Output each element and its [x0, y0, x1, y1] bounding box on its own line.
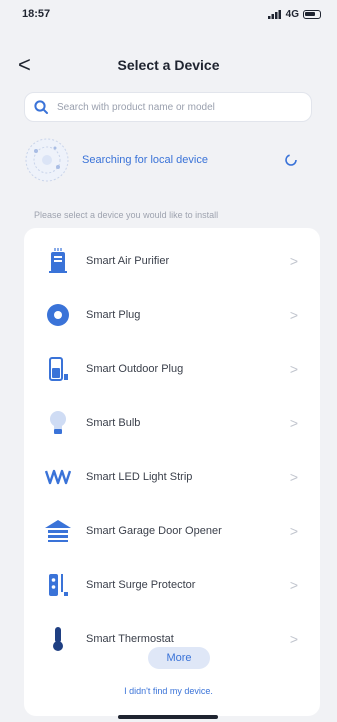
status-indicators: 4G [267, 8, 321, 20]
network-type: 4G [285, 8, 299, 20]
device-item-garage-door[interactable]: Smart Garage Door Opener > [24, 506, 320, 556]
outdoor-plug-icon [49, 357, 68, 381]
device-item-led-strip[interactable]: Smart LED Light Strip > [24, 452, 320, 502]
radar-icon [25, 138, 69, 182]
select-device-hint: Please select a device you would like to… [34, 210, 219, 220]
loading-spinner-icon [285, 154, 297, 166]
search-icon [34, 100, 48, 114]
device-item-bulb[interactable]: Smart Bulb > [24, 398, 320, 448]
surge-protector-icon [49, 574, 68, 596]
battery-icon [303, 9, 321, 19]
device-label: Smart Bulb [86, 417, 141, 429]
local-scan-row: Searching for local device [24, 136, 312, 184]
device-not-found-link[interactable]: I didn't find my device. [0, 686, 337, 696]
chevron-right-icon: > [289, 631, 298, 647]
chevron-right-icon: > [289, 415, 298, 431]
home-indicator [118, 715, 218, 719]
garage-door-icon [45, 520, 71, 542]
device-label: Smart Outdoor Plug [86, 363, 184, 375]
device-label: Smart Plug [86, 309, 141, 321]
device-item-plug[interactable]: Smart Plug > [24, 290, 320, 340]
back-icon[interactable]: < [18, 52, 31, 78]
chevron-right-icon: > [289, 523, 298, 539]
led-strip-icon [45, 469, 71, 485]
search-box[interactable] [24, 92, 312, 122]
device-label: Smart Air Purifier [86, 255, 170, 267]
device-item-surge-protector[interactable]: Smart Surge Protector > [24, 560, 320, 610]
more-button[interactable]: More [148, 647, 210, 669]
thermostat-icon [53, 627, 63, 651]
bulb-icon [50, 411, 66, 434]
chevron-right-icon: > [289, 469, 298, 485]
plug-icon [47, 304, 69, 326]
search-input[interactable] [55, 100, 311, 114]
status-time: 18:57 [22, 8, 51, 20]
scan-status-text: Searching for local device [82, 154, 208, 166]
chevron-right-icon: > [289, 253, 298, 269]
device-label: Smart Thermostat [86, 633, 174, 645]
chevron-right-icon: > [289, 577, 298, 593]
device-list: Smart Air Purifier > Smart Plug > Smart … [24, 228, 320, 716]
signal-icon [267, 9, 281, 19]
status-bar: 18:57 4G [0, 0, 337, 28]
device-label: Smart LED Light Strip [86, 471, 193, 483]
chevron-right-icon: > [289, 307, 298, 323]
chevron-right-icon: > [289, 361, 298, 377]
nav-bar: < Select a Device [0, 48, 337, 82]
page-title: Select a Device [117, 57, 220, 73]
device-label: Smart Surge Protector [86, 579, 196, 591]
device-label: Smart Garage Door Opener [86, 525, 222, 537]
air-purifier-icon [49, 248, 67, 273]
device-item-outdoor-plug[interactable]: Smart Outdoor Plug > [24, 344, 320, 394]
device-item-air-purifier[interactable]: Smart Air Purifier > [24, 236, 320, 286]
